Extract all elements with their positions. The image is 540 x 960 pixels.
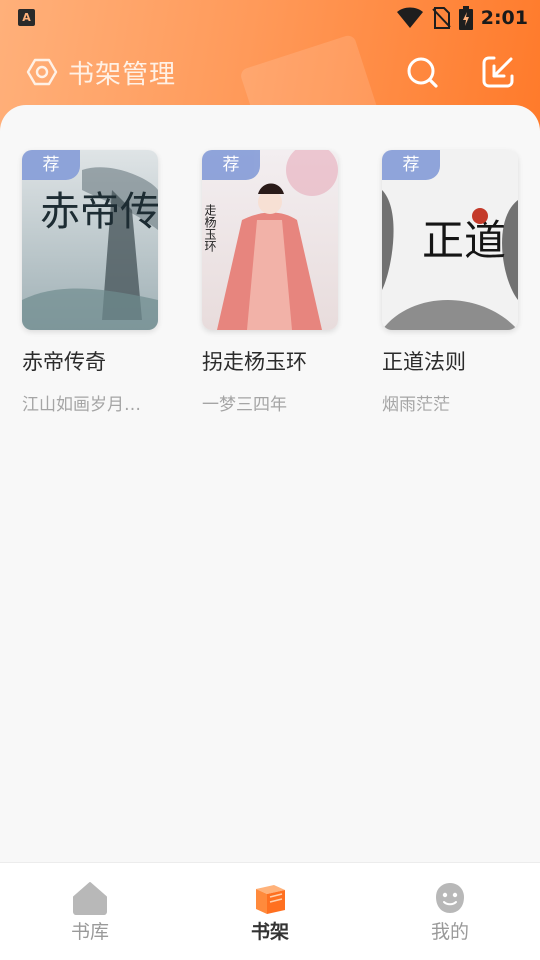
book-item[interactable]: 正道 荐 正道法则 烟雨茫茫 <box>382 150 540 415</box>
tab-bookshelf[interactable]: 书架 <box>180 863 360 960</box>
bookshelf-content: 赤帝传奇 荐 赤帝传奇 江山如画岁月… 走杨玉环 <box>0 105 540 865</box>
cover-title: 正道 <box>422 216 506 265</box>
title-bar: 书架管理 <box>0 44 540 100</box>
book-item[interactable]: 赤帝传奇 荐 赤帝传奇 江山如画岁月… <box>22 150 182 415</box>
tab-label: 我的 <box>430 921 469 943</box>
cover-title: 走杨玉环 <box>203 204 217 252</box>
battery-charging-icon <box>458 6 473 30</box>
status-time: 2:01 <box>480 7 528 29</box>
book-cover[interactable]: 走杨玉环 荐 <box>202 150 338 330</box>
book-title: 正道法则 <box>382 350 466 374</box>
wifi-icon <box>396 7 423 28</box>
import-icon[interactable] <box>480 54 516 90</box>
page-title: 书架管理 <box>68 60 177 90</box>
tab-label: 书架 <box>250 921 289 943</box>
cover-title: 赤帝传奇 <box>40 189 158 235</box>
tab-profile[interactable]: 我的 <box>360 863 540 960</box>
status-bar: A 2:01 <box>0 0 540 36</box>
bookshelf-icon <box>256 885 285 914</box>
book-cover[interactable]: 正道 荐 <box>382 150 518 330</box>
book-title: 拐走杨玉环 <box>202 350 307 374</box>
no-sim-icon <box>432 7 451 29</box>
home-icon <box>73 882 107 915</box>
recommend-badge: 荐 <box>382 150 440 180</box>
book-author: 烟雨茫茫 <box>382 395 450 415</box>
book-author: 江山如画岁月… <box>22 395 141 415</box>
tab-library[interactable]: 书库 <box>0 863 180 960</box>
recommend-badge: 荐 <box>22 150 80 180</box>
settings-icon[interactable] <box>26 56 58 88</box>
book-title: 赤帝传奇 <box>22 350 106 374</box>
profile-icon <box>436 883 464 913</box>
app-notification-icon: A <box>18 9 35 26</box>
bottom-tab-bar: 书库 书架 我的 <box>0 862 540 960</box>
book-author: 一梦三四年 <box>202 395 287 415</box>
status-right: 2:01 <box>396 6 528 30</box>
book-cover[interactable]: 赤帝传奇 荐 <box>22 150 158 330</box>
tab-label: 书库 <box>70 921 109 943</box>
book-item[interactable]: 走杨玉环 荐 拐走杨玉环 一梦三四年 <box>202 150 362 415</box>
search-icon[interactable] <box>404 54 440 90</box>
recommend-badge: 荐 <box>202 150 260 180</box>
